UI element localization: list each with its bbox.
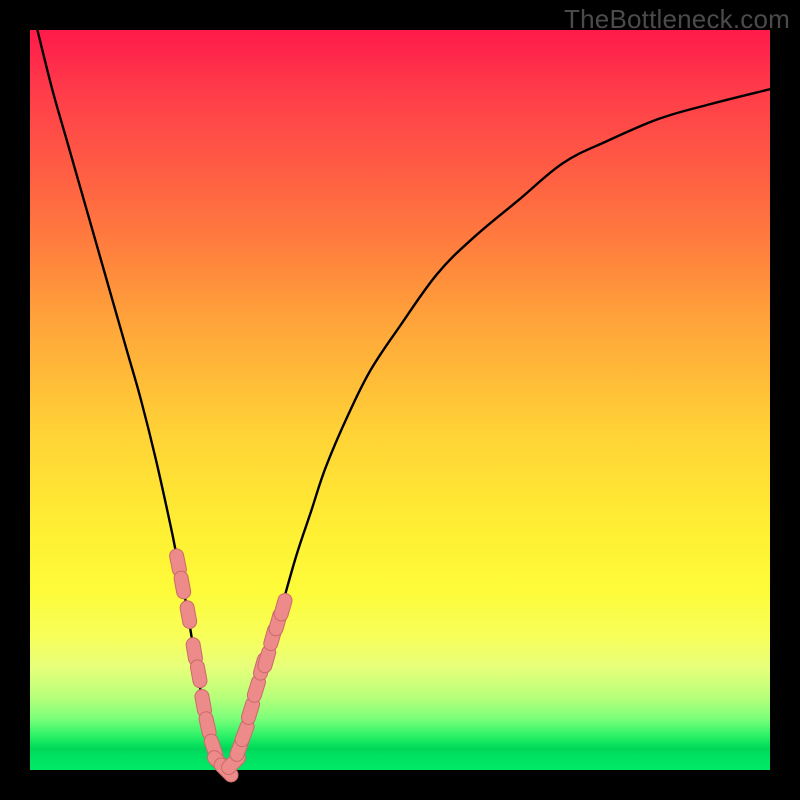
chart-marker bbox=[189, 659, 208, 689]
chart-marker bbox=[173, 570, 192, 600]
chart-markers bbox=[168, 548, 293, 785]
chart-plot-area bbox=[30, 30, 770, 770]
chart-marker bbox=[179, 600, 198, 630]
chart-frame: TheBottleneck.com bbox=[0, 0, 800, 800]
chart-svg bbox=[30, 30, 770, 770]
chart-marker bbox=[273, 592, 294, 623]
bottleneck-curve bbox=[37, 30, 770, 772]
watermark-text: TheBottleneck.com bbox=[564, 4, 790, 35]
